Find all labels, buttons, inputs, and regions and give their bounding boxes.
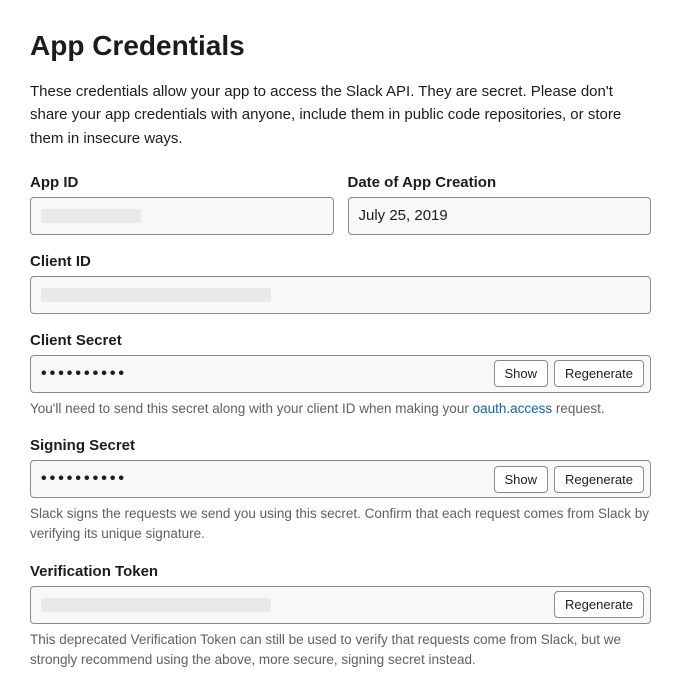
client-secret-hint-post: request. xyxy=(552,401,605,416)
signing-secret-label: Signing Secret xyxy=(30,437,651,454)
client-id-label: Client ID xyxy=(30,253,651,270)
app-id-value-redacted xyxy=(41,209,141,223)
client-secret-hint-pre: You'll need to send this secret along wi… xyxy=(30,401,473,416)
intro-text: These credentials allow your app to acce… xyxy=(30,80,651,150)
page-title: App Credentials xyxy=(30,30,651,62)
signing-secret-hint: Slack signs the requests we send you usi… xyxy=(30,504,651,545)
verification-token-label: Verification Token xyxy=(30,563,651,580)
verification-token-regenerate-button[interactable]: Regenerate xyxy=(554,591,644,618)
verification-token-hint: This deprecated Verification Token can s… xyxy=(30,630,651,671)
signing-secret-masked: •••••••••• xyxy=(41,470,127,488)
client-secret-masked: •••••••••• xyxy=(41,365,127,383)
signing-secret-show-button[interactable]: Show xyxy=(494,466,549,493)
app-id-label: App ID xyxy=(30,174,334,191)
client-secret-label: Client Secret xyxy=(30,332,651,349)
date-created-label: Date of App Creation xyxy=(348,174,652,191)
oauth-access-link[interactable]: oauth.access xyxy=(473,401,553,416)
verification-token-value-redacted xyxy=(41,598,271,612)
signing-secret-field: •••••••••• Show Regenerate xyxy=(30,460,651,498)
signing-secret-regenerate-button[interactable]: Regenerate xyxy=(554,466,644,493)
client-id-value-redacted xyxy=(41,288,271,302)
date-created-value: July 25, 2019 xyxy=(359,207,448,224)
client-secret-regenerate-button[interactable]: Regenerate xyxy=(554,360,644,387)
client-secret-hint: You'll need to send this secret along wi… xyxy=(30,399,651,419)
date-created-field: July 25, 2019 xyxy=(348,197,652,235)
client-secret-field: •••••••••• Show Regenerate xyxy=(30,355,651,393)
app-id-field xyxy=(30,197,334,235)
client-secret-show-button[interactable]: Show xyxy=(494,360,549,387)
verification-token-field: Regenerate xyxy=(30,586,651,624)
client-id-field xyxy=(30,276,651,314)
